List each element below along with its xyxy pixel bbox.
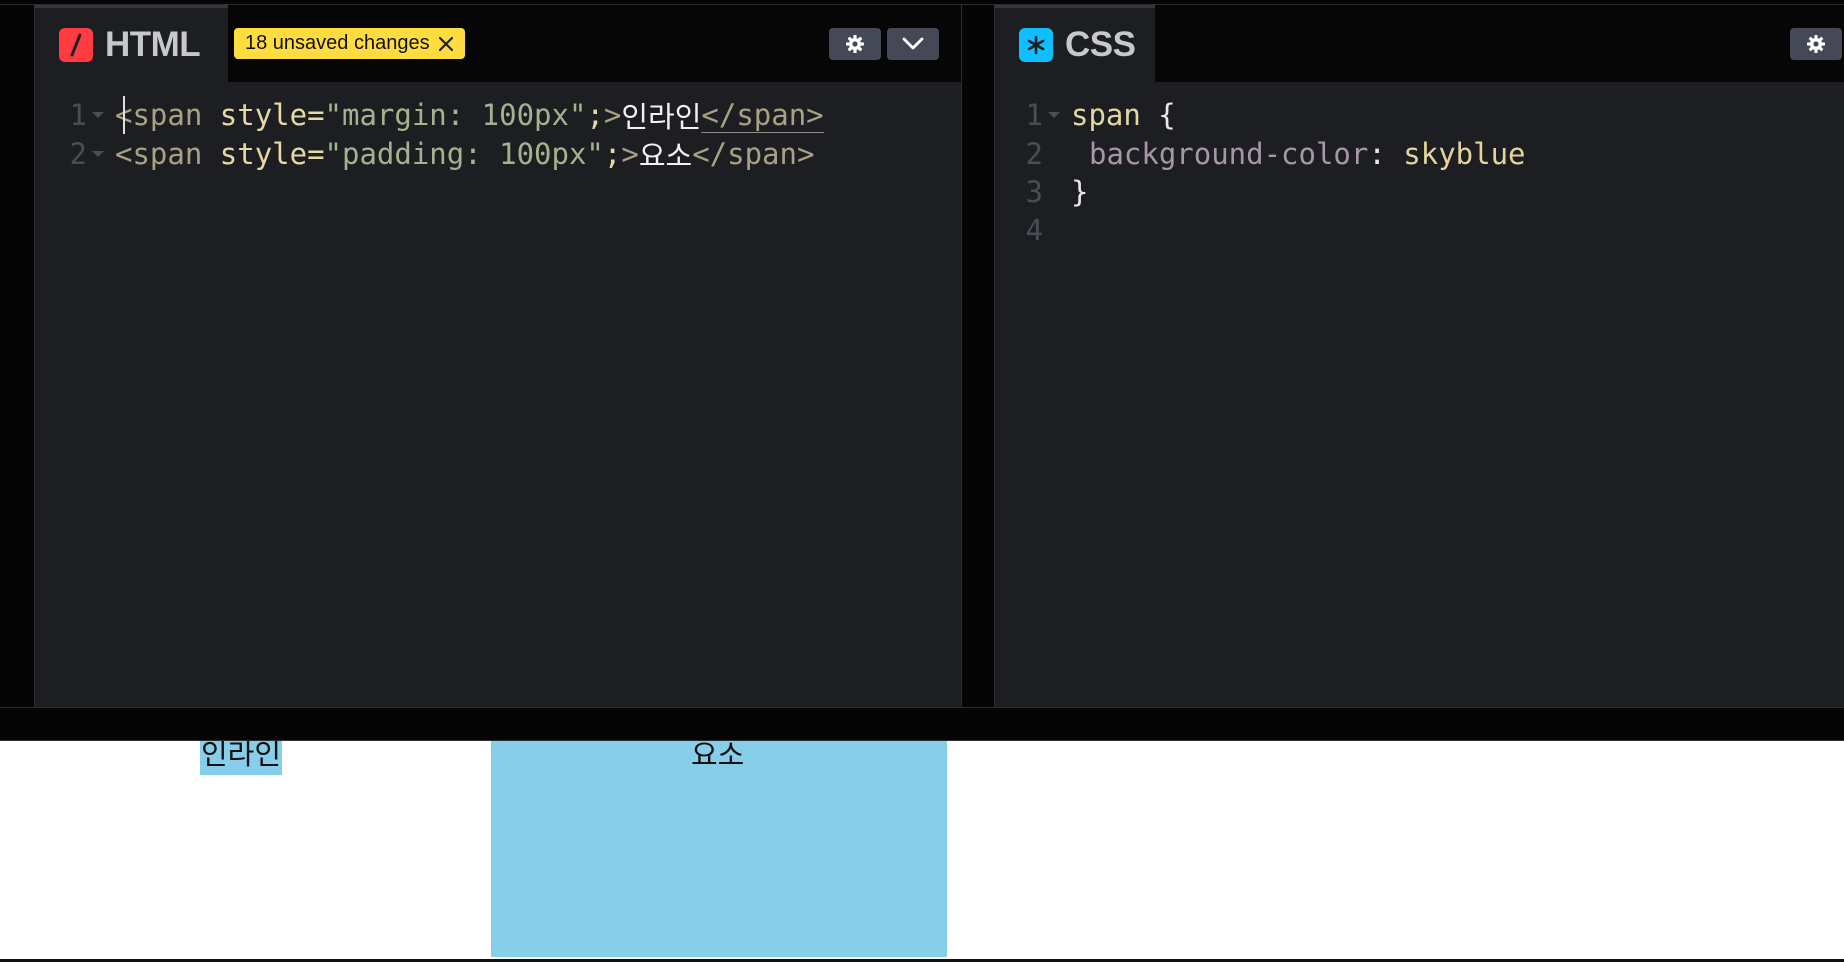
css-code-area[interactable]: 1 span { 2 background-color: skyblue 3 }… <box>995 82 1844 707</box>
panel-resizer[interactable] <box>961 5 995 707</box>
preview-padding-span: 요소 <box>491 741 947 957</box>
css-value: skyblue <box>1403 137 1526 171</box>
css-property: background-color <box>1089 137 1369 171</box>
gear-icon <box>1807 35 1825 53</box>
line-number: 2 <box>69 137 87 171</box>
css-settings-button[interactable] <box>1790 28 1842 60</box>
css-tab-label: CSS <box>1065 25 1136 64</box>
line-number: 2 <box>1025 137 1043 171</box>
tag-open: <span <box>115 137 203 171</box>
element-text: 요소 <box>638 139 693 173</box>
fold-arrow-icon[interactable] <box>87 110 109 120</box>
tag-open: <span <box>115 98 203 132</box>
code-line: 1 span { <box>995 95 1176 135</box>
css-selector: span <box>1071 98 1141 132</box>
unsaved-changes-badge[interactable]: 18 unsaved changes <box>234 28 465 59</box>
semicolon: ; <box>586 98 604 132</box>
css-asterisk-icon <box>1019 28 1053 62</box>
tab-html[interactable]: HTML <box>35 5 228 82</box>
preview-inline-span: 인라인 <box>200 741 283 775</box>
close-icon[interactable] <box>438 36 454 52</box>
fold-arrow-icon[interactable] <box>1043 110 1065 120</box>
html-code-area[interactable]: 1 <span style= "margin: 100px"; > 인라인 </span… <box>35 82 961 707</box>
line-number: 3 <box>1025 175 1043 209</box>
unsaved-changes-label: 18 unsaved changes <box>245 32 430 54</box>
code-line: 1 <span style= "margin: 100px"; > 인라인 </span… <box>35 95 824 135</box>
code-line: 2 <span style= "padding: 100px"; > 요소 </span… <box>35 134 815 174</box>
html-collapse-button[interactable] <box>887 28 939 60</box>
tag-gt: > <box>621 137 639 171</box>
css-tabbar: CSS <box>995 5 1844 82</box>
line-number: 4 <box>1025 213 1043 247</box>
html-tabbar: HTML 18 unsaved changes <box>35 5 961 82</box>
line-number: 1 <box>69 98 87 132</box>
element-text: 인라인 <box>621 100 702 134</box>
code-line: 4 <box>995 210 1043 250</box>
fold-arrow-icon[interactable] <box>87 149 109 159</box>
semicolon: ; <box>603 137 622 171</box>
chevron-down-icon <box>902 37 924 50</box>
tag-close: </span> <box>692 137 815 171</box>
text-cursor <box>123 96 125 134</box>
css-open-brace: { <box>1140 98 1176 132</box>
attr-name: style= <box>202 137 325 171</box>
tab-css[interactable]: CSS <box>995 5 1155 82</box>
gear-icon <box>846 35 864 53</box>
tag-gt: > <box>603 98 622 132</box>
preview-padding-span-text: 요소 <box>691 741 745 772</box>
html-editor-panel: HTML 18 unsaved changes 1 <span style= "… <box>35 5 961 707</box>
html-tab-label: HTML <box>105 25 201 64</box>
tag-close: </span> <box>701 97 824 133</box>
code-line: 3 } <box>995 172 1089 212</box>
preview-resizer[interactable] <box>0 707 1844 741</box>
left-gutter <box>0 5 35 707</box>
attr-value: "margin: 100px" <box>324 98 587 132</box>
css-editor-panel: CSS 1 span {2 background-color: skyblu… <box>995 5 1844 707</box>
css-close-brace: } <box>1071 175 1089 209</box>
html-slash-icon <box>59 28 93 62</box>
code-line: 2 background-color: skyblue <box>995 134 1526 174</box>
result-preview: 인라인 요소 <box>0 741 1844 959</box>
html-settings-button[interactable] <box>829 28 881 60</box>
css-colon: : <box>1368 137 1404 171</box>
attr-value: "padding: 100px" <box>324 137 604 171</box>
line-number: 1 <box>1025 98 1043 132</box>
attr-name: style= <box>202 98 325 132</box>
